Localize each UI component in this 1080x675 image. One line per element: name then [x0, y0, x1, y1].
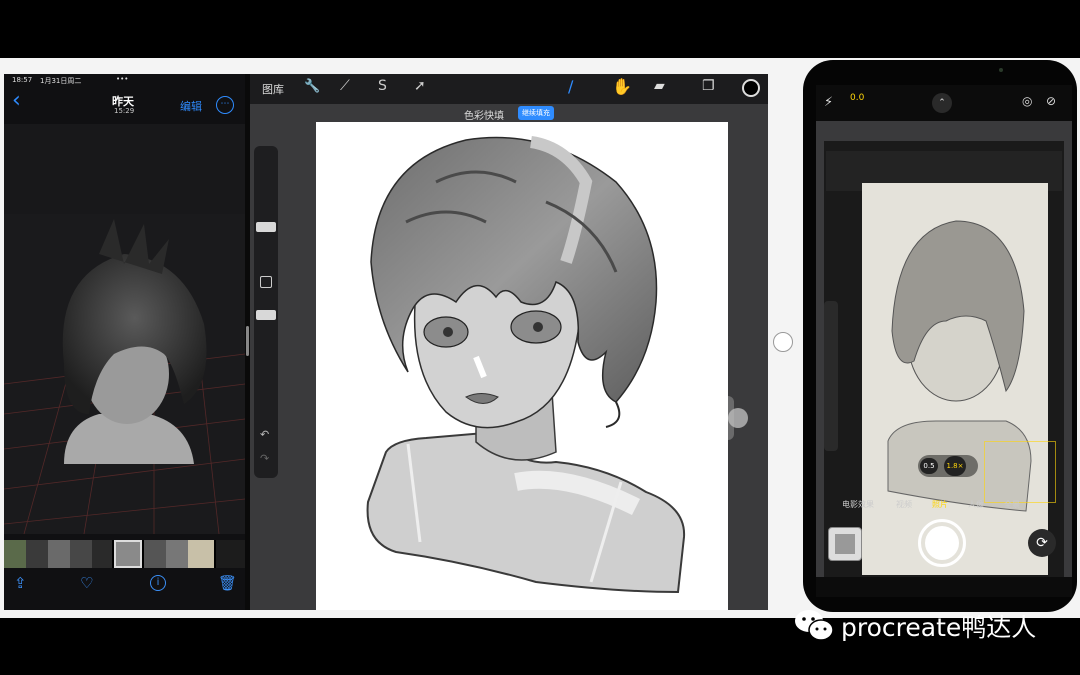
modify-button[interactable]: [260, 276, 272, 288]
exposure-value: 0.0: [850, 93, 865, 103]
share-icon[interactable]: ⇪: [14, 574, 27, 592]
photo-time-subtitle: 15:29: [114, 107, 135, 115]
thumbnail[interactable]: [26, 540, 48, 568]
smudge-icon[interactable]: ✋: [612, 77, 632, 96]
procreate-toolbar: 图库 🔧 ⟋ S ➚ ∕ ✋ ▰ ❐: [250, 74, 768, 104]
layers-icon[interactable]: ❐: [702, 78, 715, 94]
last-photo-thumbnail[interactable]: [828, 527, 862, 561]
assistive-touch-button[interactable]: [728, 408, 748, 428]
thumbnail[interactable]: [166, 540, 188, 568]
thumbnail[interactable]: [188, 540, 214, 568]
redo-icon[interactable]: ↷: [260, 452, 269, 465]
drawing-canvas[interactable]: [316, 122, 728, 610]
heart-icon[interactable]: ♡: [80, 574, 93, 592]
front-camera: [999, 68, 1003, 72]
back-icon[interactable]: ‹: [12, 90, 21, 112]
watermark: procreate鸭达人: [793, 602, 1063, 646]
zoom-0.5-button[interactable]: 0.5: [920, 458, 938, 474]
more-options-button[interactable]: ⋯: [216, 96, 234, 114]
edit-button[interactable]: 编辑: [180, 98, 202, 114]
chevron-up-icon[interactable]: ⌃: [932, 93, 952, 113]
thumbnail-strip: [4, 540, 245, 568]
opacity-slider[interactable]: [256, 310, 276, 320]
mode-pano[interactable]: 全景: [1004, 499, 1020, 510]
undo-icon[interactable]: ↶: [260, 428, 269, 441]
live-photo-icon[interactable]: ◎: [1022, 94, 1032, 108]
banner-text: 色彩快填: [464, 111, 504, 122]
adjustments-wand-icon[interactable]: ⟋: [340, 78, 350, 94]
3d-head-model-image: [4, 214, 246, 535]
gallery-button[interactable]: 图库: [262, 81, 284, 97]
shutter-button[interactable]: [918, 519, 966, 567]
actions-wrench-icon[interactable]: 🔧: [304, 79, 320, 94]
info-icon[interactable]: i: [150, 575, 166, 591]
colordrop-banner: 色彩快填 继续填充: [250, 104, 768, 122]
continue-fill-button[interactable]: 继续填充: [518, 106, 554, 120]
thumbnail[interactable]: [92, 540, 112, 568]
more-icon: ⋯: [220, 99, 230, 109]
split-handle[interactable]: [246, 326, 249, 356]
filters-off-icon[interactable]: ⊘: [1046, 94, 1056, 108]
flash-off-icon[interactable]: ⚡: [824, 95, 833, 110]
mode-portrait[interactable]: 人像: [968, 499, 984, 510]
selection-icon[interactable]: S: [378, 78, 387, 94]
status-date: 1月31日周二: [40, 77, 82, 85]
procreate-app-pane: 图库 🔧 ⟋ S ➚ ∕ ✋ ▰ ❐ 色彩快填 继续填充 ↶ ↷: [250, 74, 768, 610]
thumbnail[interactable]: [70, 540, 92, 568]
portrait-sketch-image: [366, 136, 686, 594]
trash-icon[interactable]: 🗑: [218, 574, 237, 592]
color-picker-swatch[interactable]: [742, 79, 760, 97]
flip-camera-icon[interactable]: ⟳: [1028, 529, 1056, 557]
transform-arrow-icon[interactable]: ➚: [414, 78, 426, 94]
multitask-dots[interactable]: •••: [116, 75, 128, 83]
thumbnail[interactable]: [216, 540, 245, 568]
mode-cinematic[interactable]: 电影效果: [842, 499, 874, 510]
ipad-screen: 18:57 1月31日周二 ••• ‹ 昨天 15:29 编辑 ⋯ ⇪ ♡ i …: [4, 74, 768, 610]
camera-app-screen: ⚡ 0.0 ⌃ ◎ ⊘ 0.5 1.8× 电影效果 视频 照片 人像 全景 ⟳: [816, 85, 1072, 597]
focus-box: [984, 441, 1056, 503]
watermark-text: procreate鸭达人: [841, 613, 1037, 642]
mode-video[interactable]: 视频: [896, 499, 912, 510]
photo-3d-model-view[interactable]: [4, 124, 246, 535]
thumbnail[interactable]: [48, 540, 70, 568]
thumbnail[interactable]: [4, 540, 26, 568]
mode-photo[interactable]: 照片: [932, 499, 948, 510]
brush-icon[interactable]: ∕: [568, 77, 573, 96]
thumbnail[interactable]: [144, 540, 166, 568]
wechat-logo-icon: [795, 610, 834, 641]
camera-mode-strip: 电影效果 视频 照片 人像 全景: [816, 499, 1072, 513]
brush-sidebar: ↶ ↷: [254, 146, 278, 478]
zoom-1.8x-button[interactable]: 1.8×: [944, 456, 966, 476]
ipad-home-button[interactable]: [773, 332, 793, 352]
eraser-icon[interactable]: ▰: [654, 78, 665, 94]
thumbnail-selected[interactable]: [114, 540, 142, 568]
brush-size-slider[interactable]: [256, 222, 276, 232]
status-time: 18:57: [12, 76, 33, 84]
photos-app-pane: 18:57 1月31日周二 ••• ‹ 昨天 15:29 编辑 ⋯ ⇪ ♡ i …: [4, 74, 246, 610]
